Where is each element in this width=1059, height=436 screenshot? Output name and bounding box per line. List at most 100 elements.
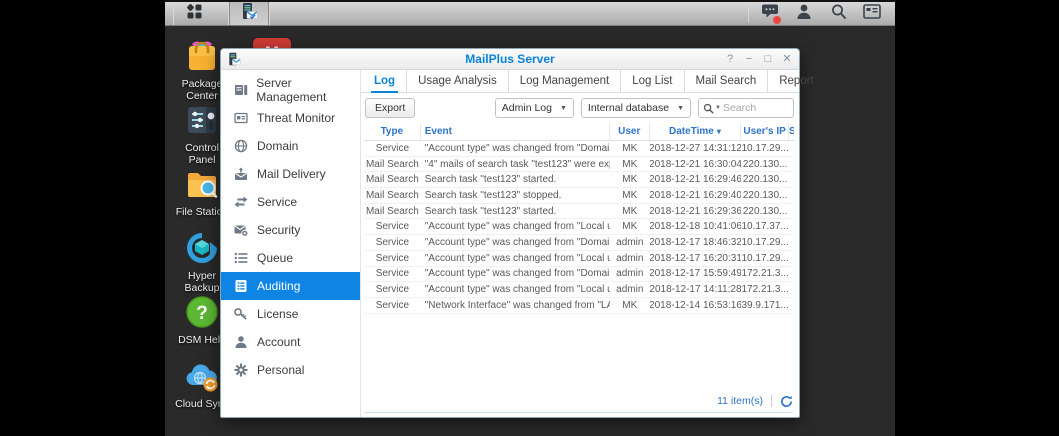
cell-ip: 172.21.3... [741,267,789,282]
tab-mail-search[interactable]: Mail Search [684,70,768,92]
cell-type: Mail Search [364,172,421,187]
sidebar-item-queue[interactable]: Queue [221,244,360,272]
export-button[interactable]: Export [365,98,415,118]
table-row[interactable]: Service"Account type" was changed from "… [364,251,794,267]
cell-datetime: 2018-12-21 16:29:40 [650,188,742,203]
control-panel-icon [184,102,220,138]
cell-user: admin [610,267,650,282]
log-type-select[interactable]: Admin Log ▼ [495,98,574,118]
column-header-datetime[interactable]: DateTime ▾ [650,123,742,140]
column-header-label: DateTime [669,126,714,137]
table-row[interactable]: Service"Account type" was changed from "… [364,282,794,298]
table-row[interactable]: Mail SearchSearch task "test123" stopped… [364,188,794,204]
table-row[interactable]: Mail SearchSearch task "test123" started… [364,172,794,188]
help-button[interactable]: ? [724,52,736,66]
cell-ip: 10.17.29... [741,251,789,266]
database-select[interactable]: Internal database ▼ [581,98,691,118]
column-header-user[interactable]: User [610,123,650,140]
cell-type: Service [364,219,421,234]
tab-log-management[interactable]: Log Management [508,70,621,92]
cell-user: MK [610,219,650,234]
window-controls: ? − □ ✕ [724,52,793,66]
cell-event: "Account type" was changed from "Local u… [421,251,610,266]
table-row[interactable]: Mail Search"4" mails of search task "tes… [364,157,794,173]
search-box[interactable]: ▼ [698,98,794,118]
cell-ip: 10.17.29... [741,235,789,250]
sidebar-item-label: Threat Monitor [257,111,335,125]
sidebar-item-account[interactable]: Account [221,328,360,356]
sidebar-item-auditing[interactable]: Auditing [221,272,360,300]
table-row[interactable]: Service"Account type" was changed from "… [364,267,794,283]
cell-type: Service [364,235,421,250]
taskbar-divider [269,2,270,25]
security-icon [233,222,249,238]
cell-type: Mail Search [364,157,421,172]
search-button[interactable] [821,2,855,26]
search-icon [830,3,847,25]
maximize-button[interactable]: □ [762,52,774,66]
sidebar-item-service[interactable]: Service [221,188,360,216]
cell-ip: 220.130... [741,172,789,187]
chevron-down-icon: ▼ [715,105,721,111]
cell-ip: 220.130... [741,157,789,172]
column-header-event[interactable]: Event [421,123,610,140]
database-value: Internal database [588,102,669,114]
refresh-button[interactable] [780,395,793,408]
mailplus-app-icon [240,2,258,25]
cell-type: Service [364,141,421,156]
tab-log-list[interactable]: Log List [620,70,683,92]
cell-partial [789,251,794,266]
tab-report[interactable]: Report [767,70,825,92]
column-header-users-ip[interactable]: User's IP [741,123,789,140]
sidebar: Server Management Threat Monitor Domain [221,70,361,417]
user-menu-button[interactable] [787,2,821,26]
table-row[interactable]: Service"Account type" was changed from "… [364,235,794,251]
cell-type: Mail Search [364,204,421,219]
cell-datetime: 2018-12-17 18:46:32 [650,235,742,250]
package-center-icon [184,38,220,74]
taskbar [165,0,895,26]
close-button[interactable]: ✕ [781,52,793,66]
log-table: Type Event User DateTime ▾ User's IP S S… [361,123,799,417]
cell-event: Search task "test123" started. [421,172,610,187]
sidebar-item-mail-delivery[interactable]: Mail Delivery [221,160,360,188]
table-row[interactable]: Mail SearchSearch task "test123" started… [364,204,794,220]
table-row[interactable]: Service"Account type" was changed from "… [364,141,794,157]
column-header-partial[interactable]: S [789,123,794,140]
search-input[interactable] [723,102,781,114]
table-row[interactable]: Service"Account type" was changed from "… [364,219,794,235]
cell-event: "Account type" was changed from "Local u… [421,219,610,234]
sidebar-item-threat-monitor[interactable]: Threat Monitor [221,104,360,132]
cell-event: "Account type" was changed from "Domain … [421,235,610,250]
sidebar-item-server-management[interactable]: Server Management [221,76,360,104]
tab-log[interactable]: Log [363,70,406,92]
cell-partial [789,219,794,234]
widgets-button[interactable] [855,2,889,26]
log-type-value: Admin Log [502,102,552,114]
cell-event: "Account type" was changed from "Local u… [421,282,610,297]
main-menu-button[interactable] [174,2,214,25]
taskbar-divider [748,6,749,22]
cell-datetime: 2018-12-21 16:30:04 [650,157,742,172]
chat-button[interactable] [753,2,787,26]
minimize-button[interactable]: − [743,52,755,66]
cell-event: "Network Interface" was changed from "LA… [421,298,610,313]
sidebar-item-domain[interactable]: Domain [221,132,360,160]
cell-user: admin [610,235,650,250]
mailplus-taskbar-button[interactable] [229,2,269,25]
chevron-down-icon: ▼ [677,105,684,112]
sidebar-item-label: Server Management [256,76,360,104]
sidebar-item-license[interactable]: License [221,300,360,328]
cell-partial [789,204,794,219]
cell-partial [789,282,794,297]
cell-type: Service [364,298,421,313]
table-row[interactable]: Service"Network Interface" was changed f… [364,298,794,314]
cell-user: admin [610,251,650,266]
sidebar-item-security[interactable]: Security [221,216,360,244]
tab-usage-analysis[interactable]: Usage Analysis [406,70,508,92]
column-header-type[interactable]: Type [364,123,421,140]
sidebar-item-personal[interactable]: Personal [221,356,360,384]
table-header: Type Event User DateTime ▾ User's IP S [364,123,794,141]
cell-user: MK [610,298,650,313]
window-titlebar[interactable]: MailPlus Server ? − □ ✕ [221,49,799,70]
